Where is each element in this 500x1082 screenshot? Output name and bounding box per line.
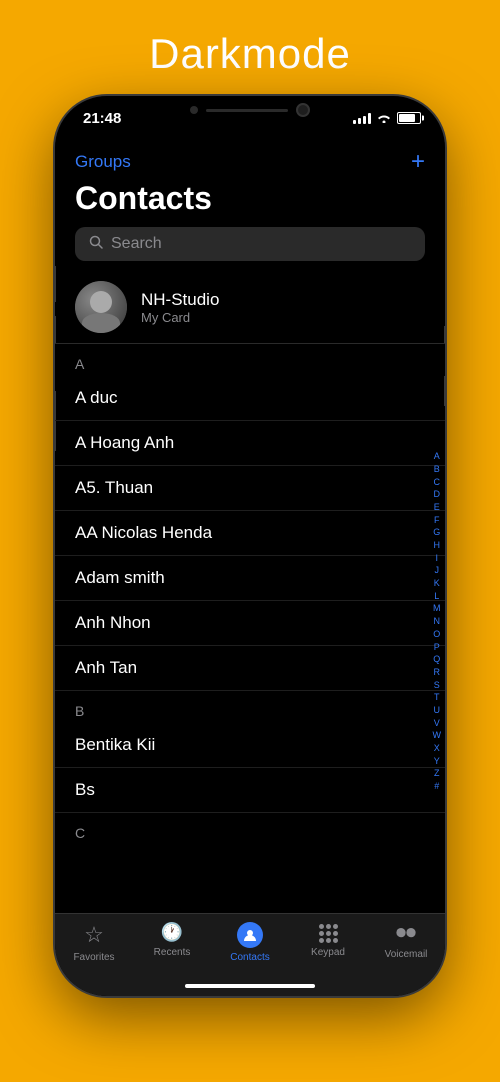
home-indicator xyxy=(185,984,315,988)
status-icons xyxy=(353,111,421,126)
list-item[interactable]: Anh Nhon xyxy=(55,601,445,646)
alpha-H[interactable]: H xyxy=(434,540,441,552)
alpha-U[interactable]: U xyxy=(434,705,441,717)
my-card-name: NH-Studio xyxy=(141,290,219,310)
contact-name: A Hoang Anh xyxy=(75,433,174,452)
alpha-M[interactable]: M xyxy=(433,603,441,615)
my-card-info: NH-Studio My Card xyxy=(141,290,219,325)
avatar xyxy=(75,281,127,333)
voicemail-icon: ⏺⏺ xyxy=(396,922,416,945)
battery-fill xyxy=(399,114,415,122)
keypad-icon xyxy=(319,924,338,943)
alphabet-index: A B C D E F G H I J K L M N O P Q R S T xyxy=(433,331,442,913)
my-card-row[interactable]: NH-Studio My Card xyxy=(55,271,445,344)
keypad-label: Keypad xyxy=(311,947,345,958)
status-time: 21:48 xyxy=(83,110,121,127)
contacts-icon-bg xyxy=(237,922,263,948)
search-placeholder: Search xyxy=(111,235,162,253)
alpha-Z[interactable]: Z xyxy=(434,768,440,780)
notch-camera xyxy=(296,103,310,117)
avatar-image xyxy=(75,281,127,333)
status-bar: 21:48 xyxy=(55,96,445,140)
alpha-B[interactable]: B xyxy=(434,464,440,476)
alpha-F[interactable]: F xyxy=(434,515,440,527)
contacts-title: Contacts xyxy=(55,180,445,227)
my-card-subtitle: My Card xyxy=(141,310,219,325)
battery-icon xyxy=(397,112,421,124)
alpha-C[interactable]: C xyxy=(434,477,441,489)
contact-name: AA Nicolas Henda xyxy=(75,523,212,542)
alpha-Y[interactable]: Y xyxy=(434,756,440,768)
favorites-icon: ☆ xyxy=(84,922,104,948)
contact-name: Bentika Kii xyxy=(75,735,155,754)
alpha-V[interactable]: V xyxy=(434,718,440,730)
list-item[interactable]: AA Nicolas Henda xyxy=(55,511,445,556)
tab-voicemail[interactable]: ⏺⏺ Voicemail xyxy=(367,922,445,960)
alpha-T[interactable]: T xyxy=(434,692,440,704)
alpha-R[interactable]: R xyxy=(434,667,441,679)
alpha-hash[interactable]: # xyxy=(434,781,439,793)
page-title: Darkmode xyxy=(149,30,351,78)
alpha-N[interactable]: N xyxy=(434,616,441,628)
notch-dot-1 xyxy=(190,106,198,114)
alpha-I[interactable]: I xyxy=(435,553,438,565)
contacts-label: Contacts xyxy=(230,952,269,963)
nav-bar: Groups + xyxy=(55,140,445,180)
contact-name: A duc xyxy=(75,388,118,407)
notch xyxy=(170,96,330,124)
tab-keypad[interactable]: Keypad xyxy=(289,922,367,958)
contact-name: Anh Nhon xyxy=(75,613,151,632)
section-header-b: B xyxy=(55,691,445,723)
alpha-L[interactable]: L xyxy=(434,591,439,603)
tab-recents[interactable]: 🕐 Recents xyxy=(133,922,211,958)
signal-bar-3 xyxy=(363,116,366,124)
contact-list: NH-Studio My Card A A duc A Hoang Anh A5… xyxy=(55,271,445,913)
alpha-E[interactable]: E xyxy=(434,502,440,514)
contact-name: Anh Tan xyxy=(75,658,137,677)
phone-frame: 21:48 xyxy=(55,96,445,996)
signal-bar-1 xyxy=(353,120,356,124)
alpha-X[interactable]: X xyxy=(434,743,440,755)
groups-button[interactable]: Groups xyxy=(75,152,131,172)
recents-label: Recents xyxy=(154,947,191,958)
voicemail-label: Voicemail xyxy=(385,949,428,960)
alpha-S[interactable]: S xyxy=(434,680,440,692)
tab-favorites[interactable]: ☆ Favorites xyxy=(55,922,133,963)
list-item[interactable]: Anh Tan xyxy=(55,646,445,691)
alpha-O[interactable]: O xyxy=(433,629,440,641)
favorites-label: Favorites xyxy=(73,952,114,963)
contact-list-inner[interactable]: NH-Studio My Card A A duc A Hoang Anh A5… xyxy=(55,271,445,913)
alpha-J[interactable]: J xyxy=(435,565,440,577)
contacts-icon xyxy=(242,927,258,943)
signal-icon xyxy=(353,112,371,124)
wifi-icon xyxy=(376,111,392,126)
search-bar[interactable]: Search xyxy=(75,227,425,261)
section-header-c: C xyxy=(55,813,445,845)
contact-name: Bs xyxy=(75,780,95,799)
contact-name: Adam smith xyxy=(75,568,165,587)
alpha-G[interactable]: G xyxy=(433,527,440,539)
list-item[interactable]: A Hoang Anh xyxy=(55,421,445,466)
list-item[interactable]: Adam smith xyxy=(55,556,445,601)
signal-bar-4 xyxy=(368,113,371,124)
search-icon xyxy=(89,235,103,253)
list-item[interactable]: Bs xyxy=(55,768,445,813)
list-item[interactable]: A duc xyxy=(55,376,445,421)
alpha-D[interactable]: D xyxy=(434,489,441,501)
section-header-a: A xyxy=(55,344,445,376)
contact-name: A5. Thuan xyxy=(75,478,153,497)
tab-contacts[interactable]: Contacts xyxy=(211,922,289,963)
recents-icon: 🕐 xyxy=(161,922,183,943)
add-contact-button[interactable]: + xyxy=(411,148,425,176)
list-item[interactable]: A5. Thuan xyxy=(55,466,445,511)
signal-bar-2 xyxy=(358,118,361,124)
notch-line xyxy=(206,109,288,112)
alpha-P[interactable]: P xyxy=(434,642,440,654)
alpha-K[interactable]: K xyxy=(434,578,440,590)
app-content: Groups + Contacts Search xyxy=(55,140,445,996)
alpha-W[interactable]: W xyxy=(433,730,442,742)
alpha-A[interactable]: A xyxy=(434,451,440,463)
list-item[interactable]: Bentika Kii xyxy=(55,723,445,768)
alpha-Q[interactable]: Q xyxy=(433,654,440,666)
